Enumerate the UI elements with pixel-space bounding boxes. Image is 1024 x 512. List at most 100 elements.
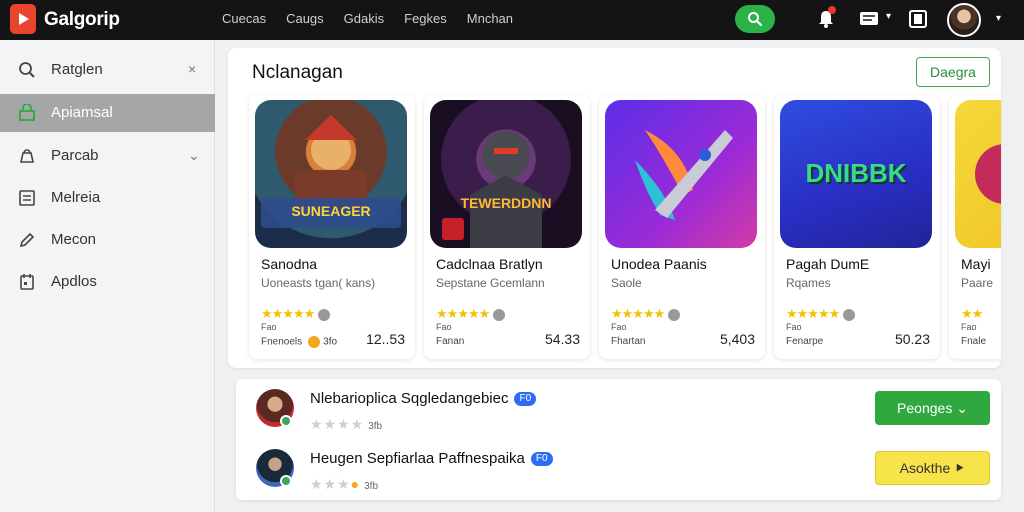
coin-icon: ● — [350, 476, 361, 492]
app-logo-text[interactable]: Galgorip — [44, 9, 120, 31]
game-thumbnail: SUNEAGER — [255, 100, 407, 248]
level-badge: F0 — [530, 452, 553, 467]
game-price: 50.23 — [894, 331, 930, 347]
person-name-text: Nlebarioplica Sqgledangebiec — [310, 390, 509, 407]
game-card[interactable]: SUNEAGER Sanodna Uoneasts tgan( kans) ★★… — [249, 95, 415, 359]
nav-item[interactable]: Fegkes — [404, 11, 447, 26]
view-all-button[interactable]: Daegra — [916, 57, 990, 87]
game-count: 3fo — [323, 336, 338, 348]
chat-icon[interactable] — [858, 10, 884, 28]
game-art-text: SUNEAGER — [291, 203, 371, 219]
game-meta: Fanan — [436, 336, 465, 347]
sidebar-item-edit[interactable]: Mecon — [0, 221, 215, 259]
game-tag: Fao — [786, 322, 802, 332]
rating-stars: ★★ — [961, 306, 983, 321]
avatar[interactable] — [947, 3, 981, 37]
people-list: Nlebarioplica Sqgledangebiec F0 ★★★★ 3fb P… — [236, 379, 1001, 500]
game-card[interactable]: Unodea Paanis Saole ★★★★★ Fao Fhartan 5,… — [599, 95, 765, 359]
rating-stars: ★★★★★ — [436, 306, 506, 322]
game-card[interactable]: DNIBBK Pagah DumE Rqames ★★★★★ Fao Fenar… — [774, 95, 940, 359]
game-title: Mayi — [961, 256, 991, 272]
featured-section: Nclanagan Daegra SUNEAGER Sanodna Uoneas… — [228, 48, 1001, 368]
search-button[interactable] — [735, 5, 775, 33]
nav-item[interactable]: Mnchan — [467, 11, 513, 26]
game-subtitle: Saole — [611, 276, 642, 290]
chevron-down-icon[interactable]: ▾ — [886, 11, 891, 22]
library-icon — [19, 190, 35, 206]
stack-icon[interactable] — [908, 9, 928, 29]
online-status-icon — [280, 475, 292, 487]
rating-stars: ★★★● 3fb — [310, 476, 379, 492]
rating-count: 3fb — [368, 421, 383, 432]
game-publisher: Fnenoels — [261, 336, 303, 348]
top-nav: Cuecas Caugs Gdakis Fegkes Mnchan — [222, 11, 533, 26]
game-tag: Fao — [436, 322, 452, 332]
game-tag: Fao — [261, 322, 277, 332]
sidebar-item-label: Melreia — [51, 189, 101, 206]
calendar-icon — [20, 274, 34, 290]
nav-item[interactable]: Cuecas — [222, 11, 266, 26]
rating-stars: ★★★★★ — [261, 306, 331, 322]
person-name-text: Heugen Sepfiarlaa Paffnespaika — [310, 450, 525, 467]
section-title: Nclanagan — [252, 62, 343, 83]
game-title: Sanodna — [261, 256, 318, 272]
bag-icon — [20, 149, 34, 163]
game-subtitle: Paare — [961, 276, 994, 290]
sidebar-item-library[interactable]: Melreia — [0, 179, 215, 217]
sidebar-item-label: Parcab — [51, 147, 99, 164]
sidebar-item-bag[interactable]: Parcab ⌄ — [0, 137, 215, 175]
rating-stars: ★★★★ 3fb — [310, 416, 383, 432]
chevron-down-icon[interactable]: ▾ — [996, 13, 1001, 24]
pencil-icon — [19, 232, 35, 248]
game-price: 54.33 — [544, 331, 580, 347]
game-meta: Fnale — [961, 336, 987, 347]
game-tag: Fao — [611, 322, 627, 332]
coin-icon — [308, 336, 321, 348]
game-thumbnail: DNIBBK — [780, 100, 932, 248]
game-art-text: TEWERDDNN — [460, 195, 552, 211]
rating-count: 3fb — [364, 481, 379, 492]
game-price: 12..53 — [366, 331, 405, 347]
game-title: Unodea Paanis — [611, 256, 707, 272]
game-art-text: DNIBBK — [805, 158, 907, 188]
game-card[interactable]: TEWERDDNN Cadclnaa Bratlyn Sepstane Gcem… — [424, 95, 590, 359]
top-bar: Galgorip Cuecas Caugs Gdakis Fegkes Mnch… — [0, 0, 1024, 40]
game-title: Cadclnaa Bratlyn — [436, 256, 543, 272]
game-meta: Fnenoels 3fo — [261, 336, 337, 348]
game-subtitle: Sepstane Gcemlann — [436, 276, 545, 290]
sidebar-item-label: Apiamsal — [51, 104, 113, 121]
game-thumbnail: TEWERDDNN — [430, 100, 582, 248]
sidebar-item-calendar[interactable]: Apdlos — [0, 263, 215, 301]
sidebar-item-label: Apdlos — [51, 273, 97, 290]
game-subtitle: Rqames — [786, 276, 831, 290]
sidebar-item-search[interactable]: Ratglen × — [0, 51, 215, 89]
logo-icon[interactable] — [10, 4, 36, 34]
rating-stars: ★★★★★ — [786, 306, 856, 322]
game-subtitle: Uoneasts tgan( kans) — [261, 276, 376, 290]
game-tag: Fao — [961, 322, 977, 332]
level-badge: F0 — [514, 392, 537, 407]
close-icon[interactable]: × — [188, 61, 196, 77]
notification-badge — [828, 6, 836, 14]
sidebar-item-label: Mecon — [51, 231, 97, 248]
action-button[interactable]: Asokthe ⯈ — [875, 451, 990, 485]
game-meta: Fenarpe — [786, 336, 824, 347]
rating-stars: ★★★★★ — [611, 306, 681, 322]
store-icon — [19, 104, 35, 121]
game-thumbnail — [955, 100, 1001, 248]
chevron-down-icon[interactable]: ⌄ — [188, 147, 200, 164]
nav-item[interactable]: Gdakis — [344, 11, 384, 26]
search-icon — [19, 62, 35, 78]
game-title: Pagah DumE — [786, 256, 870, 272]
sidebar: Ratglen × Apiamsal Parcab ⌄ Melreia Meco… — [0, 40, 215, 512]
sidebar-item-label: Ratglen — [51, 61, 103, 78]
game-meta: Fhartan — [611, 336, 646, 347]
online-status-icon — [280, 415, 292, 427]
search-icon — [748, 12, 763, 27]
sidebar-item-store[interactable]: Apiamsal — [0, 94, 215, 132]
game-card[interactable]: Mayi Paare ★★ Fao Fnale — [949, 95, 1001, 359]
list-item[interactable]: Heugen Sepfiarlaa Paffnespaika F0 ★★★● 3fb… — [236, 439, 1001, 495]
list-item[interactable]: Nlebarioplica Sqgledangebiec F0 ★★★★ 3fb P… — [236, 379, 1001, 435]
follow-button[interactable]: Peonges ⌄ — [875, 391, 990, 425]
nav-item[interactable]: Caugs — [286, 11, 324, 26]
